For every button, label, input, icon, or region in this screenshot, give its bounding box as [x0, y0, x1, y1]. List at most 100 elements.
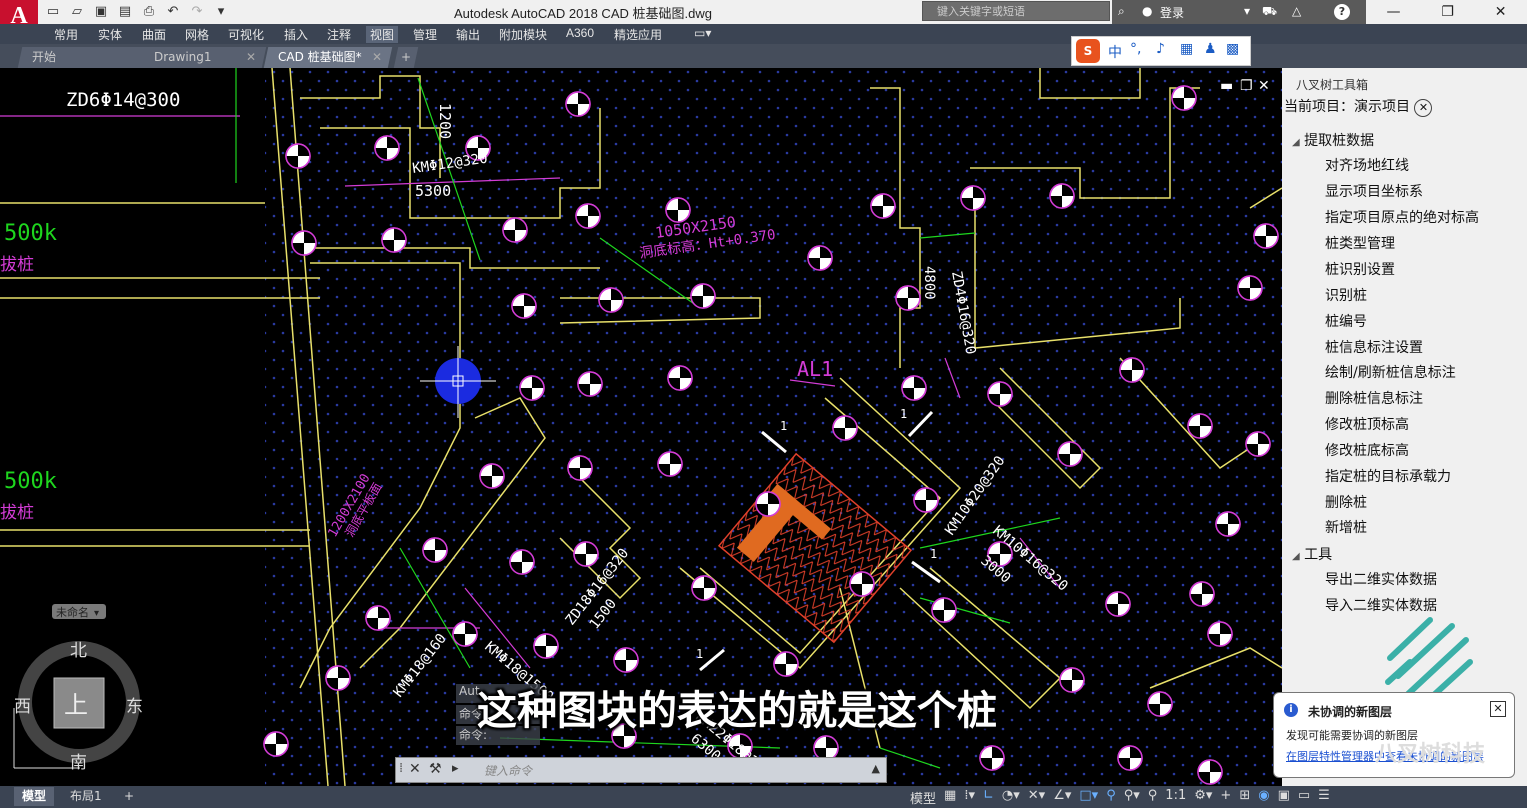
ime-menu-icon[interactable]: ▩ [1226, 41, 1239, 57]
tree-item[interactable]: 指定项目原点的绝对标高 [1325, 207, 1479, 227]
scale-dropdown[interactable]: 1:1 [1165, 788, 1186, 807]
new-tab-button[interactable]: + [393, 47, 419, 68]
ime-skin-icon[interactable]: ♟ [1204, 41, 1217, 57]
ribbon-options-icon[interactable]: ▭▾ [694, 26, 711, 40]
tree-item[interactable]: 修改桩顶标高 [1325, 414, 1409, 434]
close-icon[interactable]: ✕ [409, 761, 421, 777]
viewcube-name[interactable]: 未命名 [56, 605, 89, 619]
close-icon[interactable]: ✕ [1490, 701, 1506, 717]
login-button[interactable]: 登录 [1160, 4, 1184, 21]
tab-visualize[interactable]: 可视化 [228, 26, 264, 43]
tree-item[interactable]: 删除桩 [1325, 492, 1367, 512]
tree-item[interactable]: 桩信息标注设置 [1325, 337, 1423, 357]
tab-home[interactable]: 常用 [54, 26, 78, 43]
doc-tab-active[interactable]: CAD 桩基础图* ✕ [263, 47, 393, 68]
tree-item[interactable]: 显示项目坐标系 [1325, 181, 1423, 201]
tree-item[interactable]: 导出二维实体数据 [1325, 569, 1437, 589]
minimize-icon[interactable]: — [1386, 4, 1400, 20]
tab-addins[interactable]: 附加模块 [499, 26, 547, 43]
customize-qat-icon[interactable]: ▾ [212, 3, 230, 21]
tab-view[interactable]: 视图 [366, 26, 399, 43]
tab-output[interactable]: 输出 [456, 26, 480, 43]
ime-voice-icon[interactable]: ♪ [1156, 41, 1165, 57]
tree-item[interactable]: 桩识别设置 [1325, 259, 1395, 279]
doc-tab-start[interactable]: 开始 [17, 47, 147, 68]
grip-icon[interactable]: ⁞ [399, 761, 403, 776]
add-layout-button[interactable]: + [116, 787, 142, 806]
tab-a360[interactable]: A360 [566, 26, 594, 40]
tree-item[interactable]: 对齐场地红线 [1325, 155, 1409, 175]
command-input[interactable]: 键入命令 [484, 762, 532, 779]
undo-icon[interactable]: ↶ [164, 3, 182, 21]
tree-item[interactable]: 识别桩 [1325, 285, 1367, 305]
command-prompt-icon[interactable]: ▸ [452, 761, 459, 776]
hardware-icon[interactable]: ▣ [1278, 788, 1290, 807]
restore-icon[interactable]: ❐ [1441, 4, 1454, 20]
annotation-visibility-icon[interactable]: ⚲ [1148, 788, 1158, 807]
viewcube-west[interactable]: 西 [14, 697, 31, 717]
osnap-icon[interactable]: ✕▾ [1028, 788, 1045, 807]
connect-icon[interactable]: △ [1292, 4, 1301, 18]
tree-group-extract[interactable]: ◢ 提取桩数据 [1292, 130, 1374, 150]
tree-item[interactable]: 绘制/刷新桩信息标注 [1325, 362, 1456, 382]
save-icon[interactable]: ▣ [92, 3, 110, 21]
plus-icon[interactable]: + [1220, 788, 1231, 807]
tree-item[interactable]: 桩类型管理 [1325, 233, 1395, 253]
workspace-icon[interactable]: ⊞ [1239, 788, 1250, 807]
tree-item[interactable]: 删除桩信息标注 [1325, 388, 1423, 408]
settings-icon[interactable]: ⚙▾ [1194, 788, 1212, 807]
polar-icon[interactable]: ◔▾ [1002, 788, 1020, 807]
sogou-logo-icon[interactable]: S [1076, 39, 1100, 63]
ime-keyboard-icon[interactable]: ▦ [1180, 41, 1193, 57]
ime-mode-icon[interactable]: 中 [1108, 42, 1122, 62]
isolate-icon[interactable]: ◉ [1258, 788, 1269, 807]
annotation-scale-icon[interactable]: ⚲▾ [1124, 788, 1140, 807]
command-history-toggle-icon[interactable]: ▲ [872, 762, 880, 775]
help-icon[interactable]: ? [1334, 4, 1350, 20]
tree-item[interactable]: 桩编号 [1325, 311, 1367, 331]
viewcube-east[interactable]: 东 [126, 697, 143, 717]
collapse-icon[interactable]: ◢ [1292, 551, 1300, 562]
tab-model[interactable]: 模型 [14, 787, 55, 806]
tree-item[interactable]: 导入二维实体数据 [1325, 595, 1437, 615]
ime-toolbar[interactable]: S 中 °, ♪ ▦ ♟ ▩ [1071, 36, 1251, 66]
tab-manage[interactable]: 管理 [413, 26, 437, 43]
tree-group-tools[interactable]: ◢ 工具 [1292, 544, 1332, 564]
ortho-icon[interactable]: ∟ [983, 788, 994, 807]
new-file-icon[interactable]: ▭ [44, 3, 62, 21]
cart-icon[interactable]: ⛟ [1262, 4, 1277, 20]
print-icon[interactable]: ⎙ [140, 3, 158, 21]
tab-mesh[interactable]: 网格 [185, 26, 209, 43]
viewport-restore-icon[interactable]: ❐ [1240, 78, 1253, 94]
annotation-icon[interactable]: ⚲ [1106, 788, 1116, 807]
viewcube-dropdown-icon[interactable]: ▾ [94, 608, 99, 619]
tab-solid[interactable]: 实体 [98, 26, 122, 43]
tree-item[interactable]: 新增桩 [1325, 517, 1367, 537]
tab-layout1[interactable]: 布局1 [62, 787, 110, 806]
user-icon[interactable]: ● [1142, 4, 1152, 18]
tree-item[interactable]: 指定桩的目标承载力 [1325, 466, 1451, 486]
close-icon[interactable]: ✕ [1495, 4, 1507, 20]
search-input[interactable]: 键入关键字或短语 [922, 1, 1110, 21]
binoculars-icon[interactable]: ⌕ [1118, 4, 1125, 19]
clean-screen-icon[interactable]: ▭ [1298, 788, 1310, 807]
collapse-icon[interactable]: ◢ [1292, 137, 1300, 148]
viewport-close-icon[interactable]: ✕ [1258, 78, 1270, 94]
close-icon[interactable]: ✕ [372, 47, 382, 68]
tab-featured-apps[interactable]: 精选应用 [614, 26, 662, 43]
redo-icon[interactable]: ↷ [188, 3, 206, 21]
selection-cycle-icon[interactable]: □▾ [1079, 788, 1098, 807]
doc-tab-drawing1[interactable]: Drawing1 ✕ [139, 47, 267, 68]
ime-punct-icon[interactable]: °, [1130, 41, 1141, 57]
viewcube-north[interactable]: 北 [70, 641, 87, 661]
tree-item[interactable]: 修改桩底标高 [1325, 440, 1409, 460]
viewcube-south[interactable]: 南 [70, 753, 87, 773]
save-as-icon[interactable]: ▤ [116, 3, 134, 21]
tab-annotate[interactable]: 注释 [327, 26, 351, 43]
tab-insert[interactable]: 插入 [284, 26, 308, 43]
close-icon[interactable]: ✕ [246, 47, 256, 68]
snap-icon[interactable]: ⁞▾ [964, 788, 975, 807]
viewport-minimize-icon[interactable]: ▬ [1220, 78, 1233, 94]
login-dropdown-icon[interactable]: ▾ [1244, 4, 1250, 18]
model-space-button[interactable]: 模型 [910, 788, 936, 807]
